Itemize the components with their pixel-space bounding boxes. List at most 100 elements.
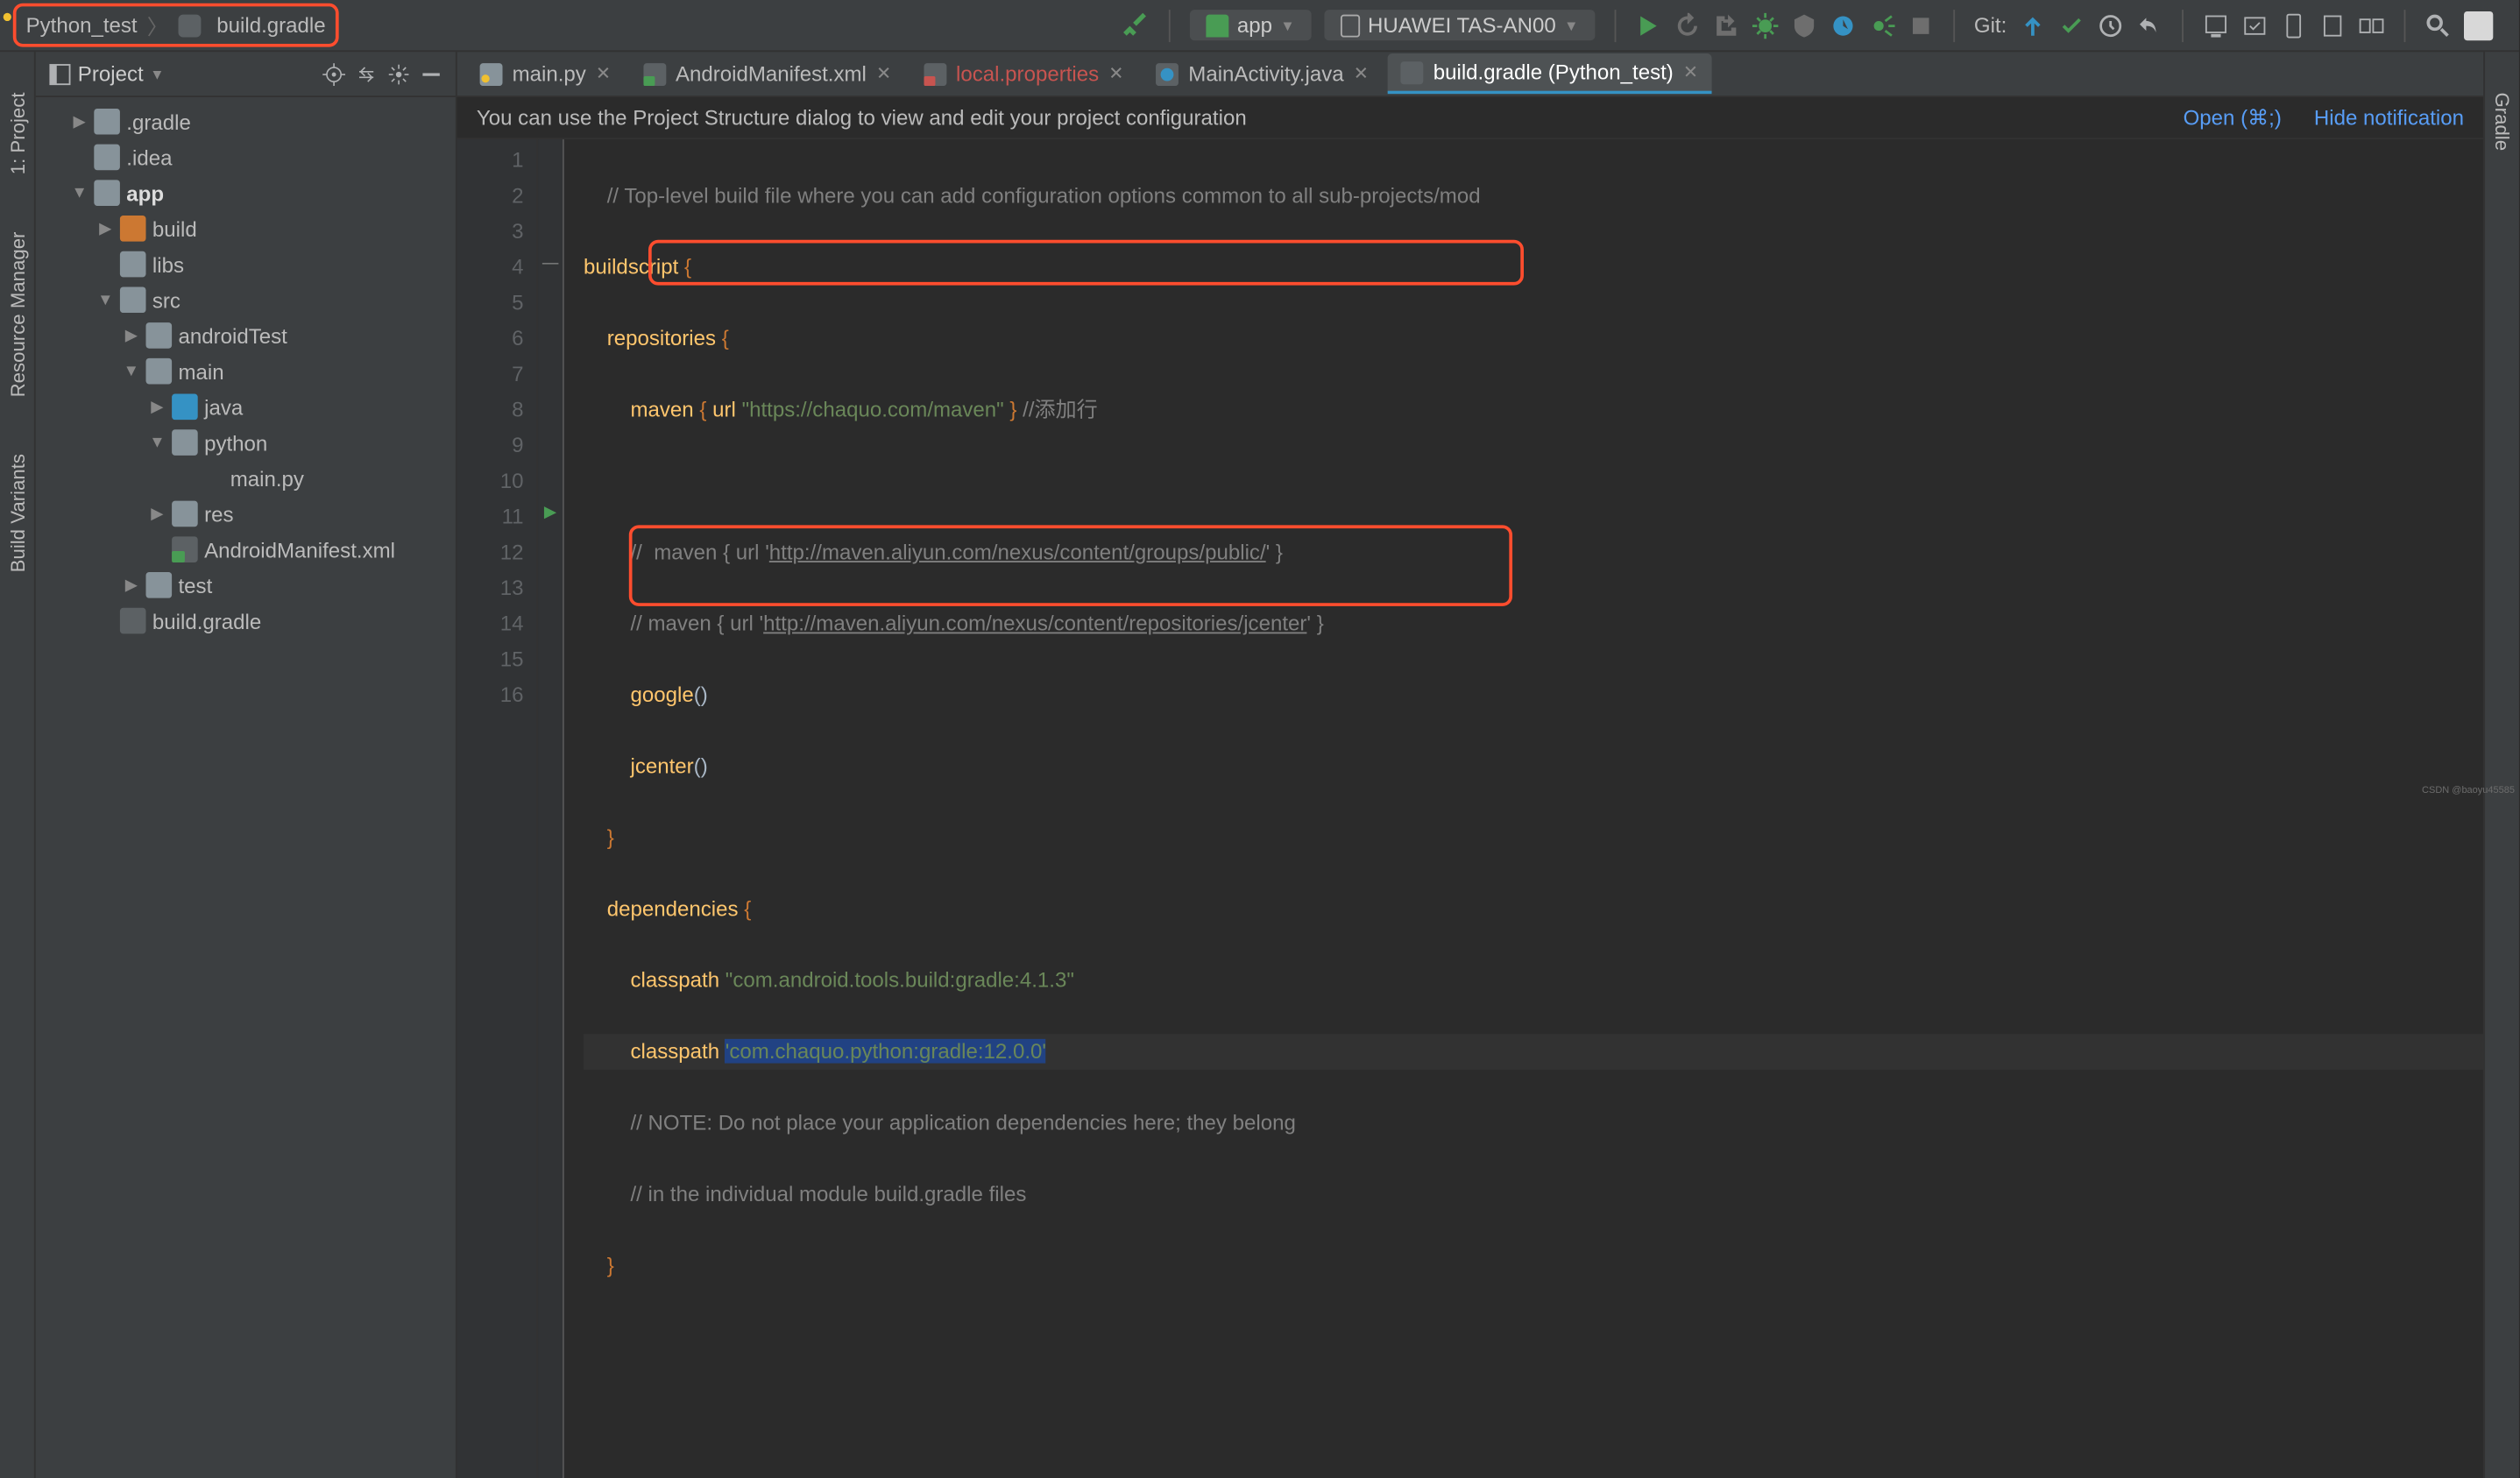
expand-chevron[interactable] — [149, 505, 166, 522]
tab-label: build.gradle (Python_test) — [1433, 60, 1674, 84]
sdk-manager-icon[interactable] — [2242, 12, 2269, 39]
code-content[interactable]: // Top-level build file where you can ad… — [564, 139, 2483, 1478]
vcs-commit-icon[interactable] — [2059, 12, 2085, 39]
apply-changes-icon[interactable] — [1674, 12, 1701, 39]
close-icon[interactable]: ✕ — [876, 63, 891, 84]
vcs-rollback-icon[interactable] — [2136, 12, 2163, 39]
tree-item[interactable]: .idea — [36, 139, 456, 175]
expand-chevron[interactable] — [124, 327, 140, 344]
avatar[interactable] — [2464, 11, 2493, 39]
device-dropdown[interactable]: HUAWEI TAS-AN00 ▼ — [1324, 10, 1595, 40]
folder-icon — [146, 322, 173, 349]
project-tree[interactable]: .gradle.ideaappbuildlibssrcandroidTestma… — [36, 97, 456, 1478]
tree-item[interactable]: test — [36, 568, 456, 604]
xml-icon — [172, 536, 198, 562]
device-label: HUAWEI TAS-AN00 — [1368, 13, 1556, 38]
line-number-gutter: 12345678910111213141516 — [457, 139, 539, 1478]
tree-item[interactable]: .gradle — [36, 103, 456, 139]
avd-manager-icon[interactable] — [2203, 12, 2229, 39]
tree-item[interactable]: build.gradle — [36, 603, 456, 639]
resource-manager-button[interactable]: Resource Manager — [5, 223, 28, 405]
prop-icon — [924, 62, 946, 85]
tree-item-label: build.gradle — [152, 609, 261, 633]
xml-icon — [643, 62, 666, 85]
tree-item[interactable]: main — [36, 353, 456, 389]
expand-chevron[interactable] — [124, 362, 140, 379]
tree-item[interactable]: androidTest — [36, 318, 456, 354]
hide-notification-link[interactable]: Hide notification — [2314, 105, 2464, 130]
editor-tab[interactable]: main.py ✕ — [467, 55, 624, 93]
search-icon[interactable] — [2425, 12, 2452, 39]
hide-icon[interactable] — [420, 62, 442, 85]
expand-chevron[interactable] — [124, 576, 140, 594]
vcs-update-icon[interactable] — [2020, 12, 2046, 39]
tree-item-label: main.py — [230, 466, 304, 491]
apply-code-icon[interactable] — [1713, 12, 1739, 39]
profiler-icon[interactable] — [1830, 12, 1856, 39]
tree-item-label: libs — [152, 252, 184, 277]
tree-item-label: build — [152, 216, 197, 241]
build-icon[interactable] — [1123, 12, 1150, 39]
coverage-icon[interactable] — [1791, 12, 1817, 39]
tree-item[interactable]: main.py — [36, 460, 456, 496]
right-tool-strip: Gradle — [2483, 52, 2519, 1478]
git-label: Git: — [1974, 13, 2007, 38]
tools-icon-1[interactable] — [2319, 12, 2346, 39]
tree-item[interactable]: src — [36, 282, 456, 318]
tree-item[interactable]: AndroidManifest.xml — [36, 532, 456, 568]
open-link[interactable]: Open (⌘;) — [2184, 104, 2282, 131]
folder-icon — [172, 501, 198, 527]
expand-chevron[interactable] — [71, 184, 88, 202]
folder-icon — [146, 572, 173, 598]
project-view-dropdown[interactable]: Project ▼ — [49, 61, 165, 86]
vcs-history-icon[interactable] — [2098, 12, 2124, 39]
left-tool-strip: 1: Project Resource Manager Build Varian… — [0, 52, 36, 1478]
stop-icon[interactable] — [1908, 12, 1934, 39]
close-icon[interactable]: ✕ — [596, 63, 611, 84]
notification-bar: You can use the Project Structure dialog… — [457, 97, 2484, 139]
editor-tab[interactable]: AndroidManifest.xml ✕ — [630, 55, 904, 93]
tools-icon-2[interactable] — [2359, 12, 2385, 39]
close-icon[interactable]: ✕ — [1354, 63, 1369, 84]
gradle-tool-button[interactable]: Gradle — [2491, 84, 2514, 159]
run-config-dropdown[interactable]: app ▼ — [1190, 10, 1311, 40]
close-icon[interactable]: ✕ — [1683, 61, 1698, 82]
breadcrumb[interactable]: Python_test 〉 build.gradle — [13, 4, 339, 47]
breadcrumb-project[interactable]: Python_test — [26, 13, 138, 38]
expand-chevron[interactable] — [71, 113, 88, 131]
build-variants-button[interactable]: Build Variants — [5, 445, 28, 580]
expand-chevron[interactable] — [97, 291, 114, 308]
fold-gutter: —▶ — [538, 139, 564, 1478]
tree-item[interactable]: libs — [36, 246, 456, 282]
editor-tab[interactable]: build.gradle (Python_test) ✕ — [1388, 53, 1711, 94]
tree-item[interactable]: java — [36, 389, 456, 425]
tab-label: local.properties — [956, 61, 1099, 86]
expand-chevron[interactable] — [97, 220, 114, 237]
tab-label: AndroidManifest.xml — [676, 61, 867, 86]
gear-icon[interactable] — [387, 62, 410, 85]
run-icon[interactable] — [1635, 12, 1661, 39]
tree-item[interactable]: python — [36, 425, 456, 461]
breadcrumb-file[interactable]: build.gradle — [216, 13, 325, 38]
tree-item[interactable]: app — [36, 175, 456, 211]
tab-label: main.py — [513, 61, 586, 86]
chevron-down-icon: ▼ — [1564, 17, 1579, 32]
expand-all-icon[interactable] — [355, 62, 378, 85]
attach-debugger-icon[interactable] — [1869, 12, 1895, 39]
locate-icon[interactable] — [322, 62, 345, 85]
code-editor[interactable]: 12345678910111213141516 —▶ // Top-level … — [457, 139, 2484, 1478]
project-panel-header: Project ▼ — [36, 52, 456, 97]
tree-item[interactable]: res — [36, 496, 456, 532]
editor-tab[interactable]: local.properties ✕ — [910, 55, 1136, 93]
tree-item[interactable]: build — [36, 211, 456, 247]
close-icon[interactable]: ✕ — [1108, 63, 1123, 84]
folder-icon — [94, 145, 120, 171]
project-tool-button[interactable]: 1: Project — [5, 84, 28, 182]
tree-item-label: app — [126, 180, 164, 205]
expand-chevron[interactable] — [149, 434, 166, 451]
editor-tab[interactable]: MainActivity.java✕ — [1143, 55, 1381, 93]
chevron-down-icon: ▼ — [1280, 17, 1295, 32]
expand-chevron[interactable] — [149, 398, 166, 415]
debug-icon[interactable] — [1752, 12, 1778, 39]
device-manager-icon[interactable] — [2281, 12, 2307, 39]
